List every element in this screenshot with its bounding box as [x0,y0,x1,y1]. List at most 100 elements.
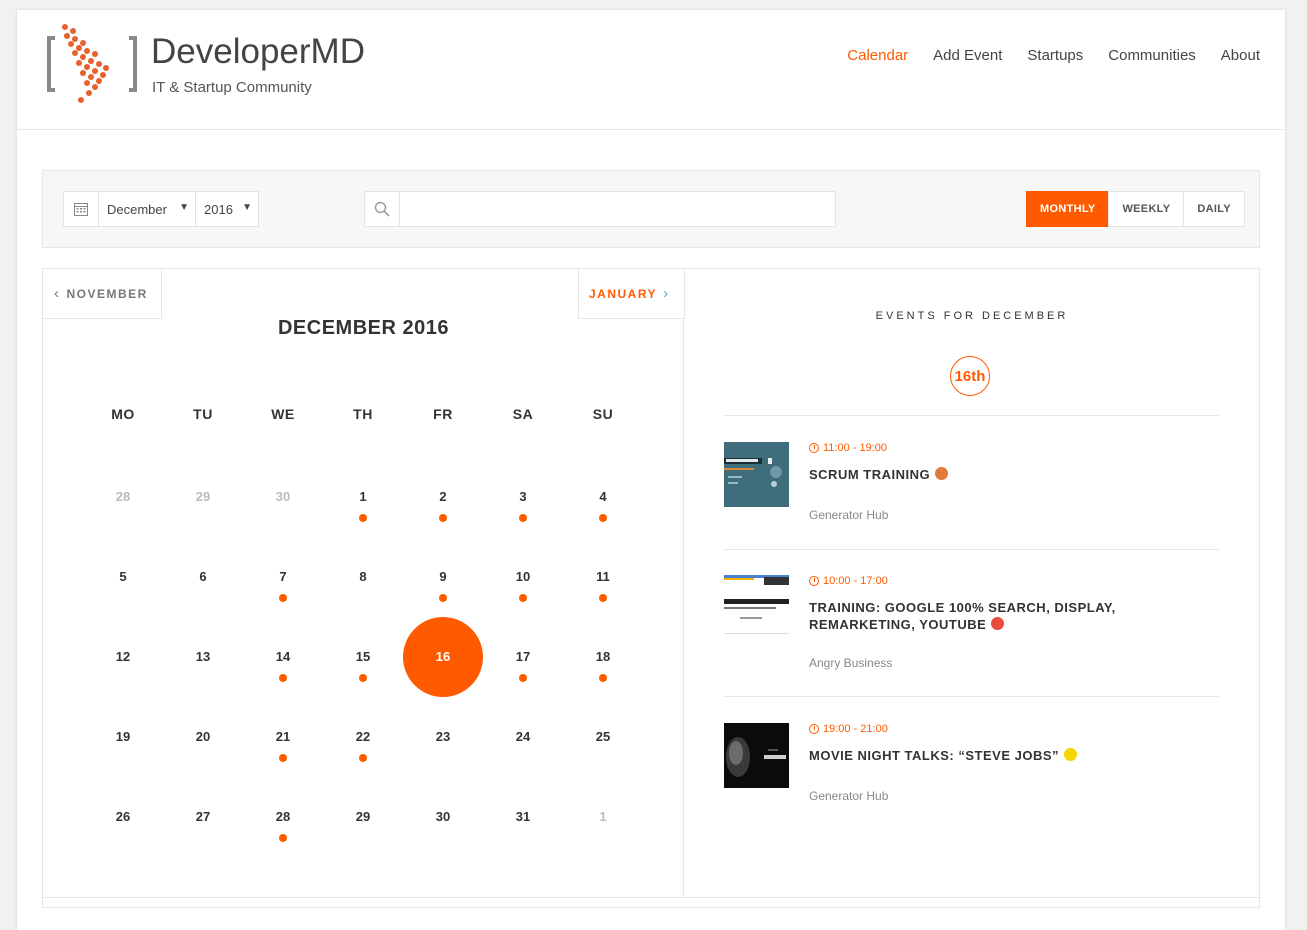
event-indicator-dot [279,674,287,682]
calendar-day[interactable]: 26 [83,777,163,857]
search-icon[interactable] [364,191,400,227]
calendar-day[interactable]: 17 [483,617,563,697]
event-color-dot [991,617,1005,630]
event-indicator-dot [599,594,607,602]
calendar-footer-divider [43,897,1261,898]
day-number: 16 [435,649,451,664]
calendar-day[interactable]: 15 [323,617,403,697]
calendar-day[interactable]: 30 [403,777,483,857]
event-venue[interactable]: Generator Hub [809,508,888,522]
calendar-day[interactable]: 8 [323,537,403,617]
calendar-day[interactable]: 27 [163,777,243,857]
day-number: 14 [275,649,291,664]
weekday-label: MO [111,406,135,422]
prev-month-label: NOVEMBER [66,286,148,301]
scrum-training-thumbnail[interactable] [724,442,789,507]
month-select[interactable]: December ▼ [98,191,196,227]
calendar-day[interactable]: 13 [163,617,243,697]
calendar-day[interactable]: 12 [83,617,163,697]
calendar-day[interactable]: 29 [163,457,243,537]
event-color-dot [1064,748,1078,761]
divider [724,415,1219,416]
nav-calendar[interactable]: Calendar [847,47,908,64]
event-indicator-dot [519,594,527,602]
event-title-text[interactable]: SCRUM TRAINING [809,467,930,482]
calendar-day[interactable]: 4 [563,457,643,537]
calendar-day[interactable]: 23 [403,697,483,777]
nav-add-event[interactable]: Add Event [933,47,1002,64]
calendar-day[interactable]: 24 [483,697,563,777]
day-number: 13 [195,649,211,664]
steve-jobs-thumbnail[interactable] [724,723,789,788]
month-select-value: December [107,202,167,217]
day-number: 18 [595,649,611,664]
calendar-day-selected[interactable]: 16 [403,617,483,697]
event-time: 10:00 - 17:00 [809,575,888,587]
calendar-day[interactable]: 30 [243,457,323,537]
year-select[interactable]: 2016 ▼ [195,191,259,227]
site-title[interactable]: DeveloperMD [151,32,365,72]
search-input[interactable] [399,191,836,227]
calendar-day[interactable]: 25 [563,697,643,777]
event-venue[interactable]: Angry Business [809,656,892,670]
calendar-day[interactable]: 7 [243,537,323,617]
day-number: 2 [439,489,447,504]
day-number: 7 [279,569,287,584]
calendar-day[interactable]: 28 [243,777,323,857]
event-item[interactable]: 11:00 - 19:00 SCRUM TRAINING Generator H… [724,442,1219,552]
day-number: 29 [355,809,371,824]
calendar-day[interactable]: 31 [483,777,563,857]
calendar-day[interactable]: 19 [83,697,163,777]
day-number: 3 [519,489,527,504]
event-item[interactable]: 19:00 - 21:00 MOVIE NIGHT TALKS: “STEVE … [724,723,1219,833]
nav-startups[interactable]: Startups [1027,47,1083,64]
calendar-day[interactable]: 1 [323,457,403,537]
calendar-day[interactable]: 21 [243,697,323,777]
calendar-day[interactable]: 10 [483,537,563,617]
event-item[interactable]: 10:00 - 17:00 TRAINING: GOOGLE 100% SEAR… [724,575,1219,695]
day-number: 23 [435,729,451,744]
view-weekly-button[interactable]: WEEKLY [1108,191,1185,227]
google-training-thumbnail[interactable] [724,575,789,640]
nav-about[interactable]: About [1221,47,1260,64]
calendar-day[interactable]: 6 [163,537,243,617]
calendar-day[interactable]: 18 [563,617,643,697]
day-number: 15 [355,649,371,664]
calendar-day[interactable]: 9 [403,537,483,617]
event-indicator-dot [279,594,287,602]
calendar-day[interactable]: 20 [163,697,243,777]
calendar-day[interactable]: 28 [83,457,163,537]
day-number: 12 [115,649,131,664]
event-title-text[interactable]: TRAINING: GOOGLE 100% SEARCH, DISPLAY, R… [809,600,1116,632]
divider [724,696,1219,697]
calendar-day[interactable]: 14 [243,617,323,697]
event-indicator-dot [519,514,527,522]
next-month-button[interactable]: JANUARY › [578,268,685,319]
event-venue[interactable]: Generator Hub [809,789,888,803]
event-time: 19:00 - 21:00 [809,723,888,735]
event-title[interactable]: TRAINING: GOOGLE 100% SEARCH, DISPLAY, R… [809,599,1219,633]
calendar-day[interactable]: 29 [323,777,403,857]
event-title[interactable]: MOVIE NIGHT TALKS: “STEVE JOBS” [809,747,1219,764]
weekday-label: WE [271,406,295,422]
view-monthly-button[interactable]: MONTHLY [1026,191,1110,227]
nav-communities[interactable]: Communities [1108,47,1196,64]
event-time-text: 19:00 - 21:00 [823,723,888,735]
day-grid: 28 29 30 1 2 3 4 5 6 7 8 9 10 11 12 13 14 15 16 17 18 19 20 21 2… [83,457,643,857]
calendar-day[interactable]: 2 [403,457,483,537]
day-number: 27 [195,809,211,824]
day-number: 4 [599,489,607,504]
view-daily-button[interactable]: DAILY [1183,191,1245,227]
calendar-day[interactable]: 22 [323,697,403,777]
developermd-logo[interactable] [45,24,141,106]
calendar-day[interactable]: 1 [563,777,643,857]
event-title-text[interactable]: MOVIE NIGHT TALKS: “STEVE JOBS” [809,748,1059,763]
calendar-day[interactable]: 5 [83,537,163,617]
calendar-filter-bar: December ▼ 2016 ▼ MONTHLY WEEKLY DAILY [42,170,1260,248]
calendar-day[interactable]: 11 [563,537,643,617]
prev-month-button[interactable]: ‹ NOVEMBER [42,268,162,319]
event-title[interactable]: SCRUM TRAINING [809,466,1219,483]
calendar-container: ‹ NOVEMBER JANUARY › DECEMBER 2016 MO TU… [42,268,1261,908]
calendar-day[interactable]: 3 [483,457,563,537]
chevron-right-icon: › [663,285,670,302]
